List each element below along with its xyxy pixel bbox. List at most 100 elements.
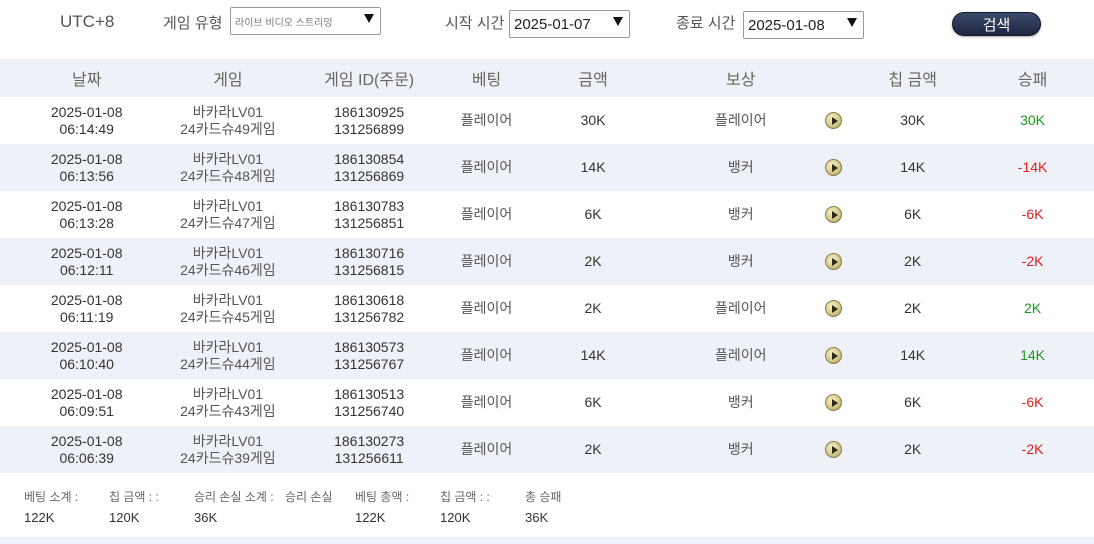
- search-button[interactable]: 검색: [952, 12, 1041, 36]
- table-header: 날짜 게임 게임 ID(주문) 베팅 금액 보상 칩 금액 승패: [0, 59, 1094, 97]
- reward-cell: 뱅커: [727, 441, 754, 457]
- game-type-select[interactable]: 라이브 비디오 스트리밍: [230, 7, 381, 35]
- play-icon[interactable]: [824, 347, 842, 364]
- start-date-value: 2025-01-07: [514, 15, 591, 33]
- play-icon[interactable]: [824, 441, 842, 458]
- bet-cell: 플레이어: [460, 253, 513, 269]
- summary-value-bet-total: 122K: [355, 510, 386, 525]
- end-date-value: 2025-01-08: [748, 16, 825, 34]
- date-cell: 2025-01-08 06:09:51: [50, 385, 123, 419]
- game-cell: 바카라LV01 24카드슈48게임: [180, 150, 276, 184]
- game-cell: 바카라LV01 24카드슈45게임: [180, 291, 276, 325]
- chip-amount-cell: 2K: [904, 300, 922, 316]
- bet-history-table: 날짜 게임 게임 ID(주문) 베팅 금액 보상 칩 금액 승패 2025-01…: [0, 59, 1094, 473]
- summary-value-winloss-subtotal: 36K: [194, 510, 218, 525]
- chip-amount-cell: 14K: [900, 159, 926, 175]
- game-id-cell: 186130273 131256611: [334, 432, 405, 466]
- header-reward: 보상: [726, 72, 756, 89]
- play-icon[interactable]: [824, 112, 842, 129]
- play-icon[interactable]: [824, 159, 842, 176]
- game-id-cell: 186130618 131256782: [334, 291, 405, 325]
- date-cell: 2025-01-08 06:14:49: [50, 103, 123, 137]
- date-cell: 2025-01-08 06:12:11: [50, 244, 123, 278]
- bet-cell: 플레이어: [460, 206, 513, 222]
- game-cell: 바카라LV01 24카드슈43게임: [180, 385, 276, 419]
- chip-amount-cell: 30K: [900, 112, 926, 128]
- summary-value-total-winloss: 36K: [525, 510, 549, 525]
- end-date-select[interactable]: 2025-01-08: [743, 11, 864, 39]
- win-loss-cell: -14K: [1017, 159, 1048, 175]
- reward-cell: 뱅커: [727, 394, 754, 410]
- chevron-down-icon: [364, 14, 374, 23]
- chip-amount-cell: 6K: [904, 394, 922, 410]
- chip-amount-cell: 2K: [904, 253, 922, 269]
- replay-cell: [813, 206, 855, 223]
- header-win-loss: 승패: [1017, 72, 1048, 89]
- summary-label-bet-total: 베팅 총액 :: [355, 490, 410, 504]
- date-cell: 2025-01-08 06:13:28: [50, 197, 123, 231]
- table-row: 2025-01-08 06:11:19 바카라LV01 24카드슈45게임 1861…: [0, 285, 1094, 332]
- date-cell: 2025-01-08 06:13:56: [50, 150, 123, 184]
- play-icon[interactable]: [824, 394, 842, 411]
- chip-amount-cell: 14K: [900, 347, 926, 363]
- header-chip-amount: 칩 금액: [888, 72, 937, 89]
- play-icon[interactable]: [824, 253, 842, 270]
- summary-value-chip-amount: 120K: [109, 510, 140, 525]
- game-cell: 바카라LV01 24카드슈49게임: [180, 103, 276, 137]
- amount-cell: 2K: [584, 253, 602, 269]
- game-type-label: 게임 유형: [163, 15, 223, 32]
- reward-cell: 플레이어: [714, 112, 767, 128]
- game-cell: 바카라LV01 24카드슈46게임: [180, 244, 276, 278]
- game-id-cell: 186130716 131256815: [334, 244, 405, 278]
- amount-cell: 14K: [580, 347, 606, 363]
- table-row: 2025-01-08 06:14:49 바카라LV01 24카드슈49게임 1861…: [0, 97, 1094, 144]
- summary-value-chip-amount-total: 120K: [440, 510, 471, 525]
- reward-cell: 플레이어: [714, 347, 767, 363]
- chip-amount-cell: 6K: [904, 206, 922, 222]
- play-icon[interactable]: [824, 206, 842, 223]
- bet-cell: 플레이어: [460, 347, 513, 363]
- table-row: 2025-01-08 06:10:40 바카라LV01 24카드슈44게임 1861…: [0, 332, 1094, 379]
- bottom-strip: [0, 537, 1094, 544]
- win-loss-cell: 30K: [1020, 112, 1046, 128]
- bet-cell: 플레이어: [460, 112, 513, 128]
- amount-cell: 30K: [580, 112, 606, 128]
- summary-label-bet-subtotal: 베팅 소계 :: [24, 490, 79, 504]
- bet-cell: 플레이어: [460, 159, 513, 175]
- win-loss-cell: -6K: [1021, 206, 1044, 222]
- game-cell: 바카라LV01 24카드슈39게임: [180, 432, 276, 466]
- date-cell: 2025-01-08 06:11:19: [50, 291, 123, 325]
- header-date: 날짜: [71, 72, 102, 89]
- play-icon[interactable]: [824, 300, 842, 317]
- win-loss-cell: -6K: [1021, 394, 1044, 410]
- replay-cell: [813, 347, 855, 364]
- reward-cell: 뱅커: [727, 253, 754, 269]
- replay-cell: [813, 253, 855, 270]
- start-date-select[interactable]: 2025-01-07: [509, 10, 630, 38]
- chip-amount-cell: 2K: [904, 441, 922, 457]
- amount-cell: 2K: [584, 300, 602, 316]
- game-type-value: 라이브 비디오 스트리밍: [235, 17, 333, 29]
- replay-cell: [813, 441, 855, 458]
- chevron-down-icon: [847, 18, 857, 27]
- table-row: 2025-01-08 06:06:39 바카라LV01 24카드슈39게임 1861…: [0, 426, 1094, 473]
- bet-cell: 플레이어: [460, 300, 513, 316]
- replay-cell: [813, 159, 855, 176]
- reward-cell: 뱅커: [727, 159, 754, 175]
- end-time-label: 종료 시간: [676, 15, 736, 32]
- win-loss-cell: 14K: [1020, 347, 1046, 363]
- game-cell: 바카라LV01 24카드슈44게임: [180, 338, 276, 372]
- filter-bar: UTC+8 게임 유형 라이브 비디오 스트리밍 시작 시간 2025-01-0…: [0, 0, 1094, 56]
- amount-cell: 6K: [584, 394, 602, 410]
- chevron-down-icon: [613, 17, 623, 26]
- table-row: 2025-01-08 06:13:56 바카라LV01 24카드슈48게임 1861…: [0, 144, 1094, 191]
- summary-label-winloss-subtotal: 승리 손실 소계 :: [194, 490, 274, 504]
- table-row: 2025-01-08 06:12:11 바카라LV01 24카드슈46게임 1861…: [0, 238, 1094, 285]
- summary-label-total-winloss: 총 승패: [525, 490, 562, 504]
- bet-cell: 플레이어: [460, 394, 513, 410]
- game-id-cell: 186130783 131256851: [334, 197, 405, 231]
- reward-cell: 플레이어: [714, 300, 767, 316]
- reward-cell: 뱅커: [727, 206, 754, 222]
- win-loss-cell: -2K: [1021, 441, 1044, 457]
- amount-cell: 2K: [584, 441, 602, 457]
